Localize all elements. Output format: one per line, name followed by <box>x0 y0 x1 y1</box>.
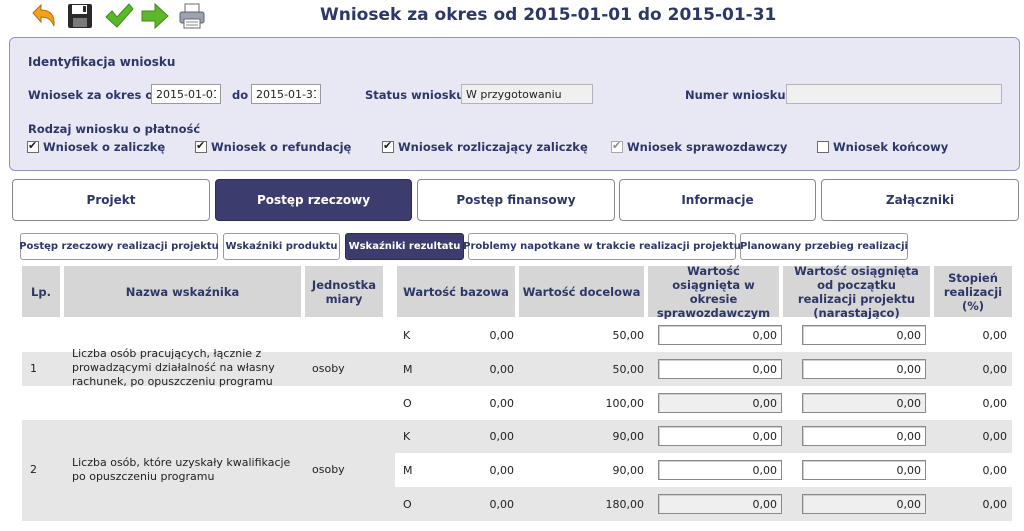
col-header-period: Wartość osiągnięta w okresie sprawozdawc… <box>648 264 779 320</box>
cumulative-value-input[interactable] <box>802 325 926 345</box>
identification-heading: Identyfikacja wniosku <box>28 55 176 69</box>
type-report-label: Wniosek sprawozdawczy <box>627 140 788 154</box>
degree-value: 0,00 <box>982 498 1008 511</box>
period-value-input[interactable] <box>658 325 782 345</box>
status-label: Status wniosku <box>365 88 465 102</box>
cumulative-value-input <box>802 494 926 514</box>
row-lp: 2 <box>30 463 37 476</box>
gender-code: M <box>403 464 413 477</box>
base-value: 0,00 <box>489 397 515 410</box>
type-refund-label: Wniosek o refundację <box>211 140 352 154</box>
gender-code: O <box>403 397 412 410</box>
period-value-input[interactable] <box>658 426 782 446</box>
subtab-planowany-przebieg[interactable]: Planowany przebieg realizacji <box>740 233 908 260</box>
checkbox-box[interactable] <box>817 141 829 153</box>
type-settling-checkbox[interactable]: Wniosek rozliczający zaliczkę <box>382 139 588 154</box>
period-value-input[interactable] <box>658 359 782 379</box>
type-settling-label: Wniosek rozliczający zaliczkę <box>398 140 588 154</box>
gender-code: O <box>403 498 412 511</box>
target-value: 90,00 <box>612 464 645 477</box>
period-value-input <box>658 393 782 413</box>
page-title: Wniosek za okres od 2015-01-01 do 2015-0… <box>320 5 777 25</box>
target-value: 50,00 <box>612 329 645 342</box>
type-advance-checkbox[interactable]: Wniosek o zaliczkę <box>27 139 166 154</box>
to-label: do <box>232 88 249 102</box>
checkbox-box <box>611 139 623 153</box>
gender-code: K <box>403 329 411 342</box>
gender-code: K <box>403 430 411 443</box>
undo-icon[interactable] <box>28 2 58 30</box>
degree-value: 0,00 <box>982 464 1008 477</box>
degree-value: 0,00 <box>982 363 1008 376</box>
col-header-cumulative: Wartość osiągnięta od początku realizacj… <box>783 264 930 320</box>
target-value: 100,00 <box>605 397 645 410</box>
col-header-unit: Jednostka miary <box>305 266 383 317</box>
check-icon[interactable] <box>104 2 134 30</box>
send-icon[interactable] <box>140 2 170 30</box>
base-value: 0,00 <box>489 363 515 376</box>
type-final-label: Wniosek końcowy <box>833 140 949 154</box>
col-header-lp: Lp. <box>22 266 60 317</box>
checkbox-box[interactable] <box>382 139 394 153</box>
number-field <box>786 84 1002 104</box>
subtab-postep-rzeczowy-realizacji[interactable]: Postęp rzeczowy realizacji projektu <box>19 233 219 260</box>
period-value-input <box>658 494 782 514</box>
indicator-unit: osoby <box>312 362 345 375</box>
number-label: Numer wniosku <box>685 88 786 102</box>
tab-postep-rzeczowy[interactable]: Postęp rzeczowy <box>215 179 412 221</box>
col-header-name: Nazwa wskaźnika <box>64 266 301 317</box>
base-value: 0,00 <box>489 498 515 511</box>
status-field <box>461 84 593 104</box>
col-header-target: Wartość docelowa <box>519 266 644 317</box>
date-to-field[interactable] <box>251 84 321 104</box>
base-value: 0,00 <box>489 430 515 443</box>
indicator-name: Liczba osób, które uzyskały kwalifikacje… <box>72 456 291 483</box>
type-final-checkbox[interactable]: Wniosek końcowy <box>817 140 948 154</box>
col-header-degree: Stopień realizacji (%) <box>934 266 1012 317</box>
base-value: 0,00 <box>489 464 515 477</box>
cumulative-value-input[interactable] <box>802 460 926 480</box>
degree-value: 0,00 <box>982 397 1008 410</box>
col-header-base: Wartość bazowa <box>397 266 515 317</box>
identification-panel: Identyfikacja wniosku Wniosek za okres o… <box>9 37 1020 171</box>
subtab-wskazniki-rezultatu[interactable]: Wskaźniki rezultatu <box>345 233 464 260</box>
target-value: 50,00 <box>612 363 645 376</box>
subtab-wskazniki-produktu[interactable]: Wskaźniki produktu <box>223 233 340 260</box>
gender-code: M <box>403 363 413 376</box>
print-icon[interactable] <box>177 2 207 30</box>
subtab-problemy[interactable]: Problemy napotkane w trakcie realizacji … <box>463 233 741 260</box>
tab-informacje[interactable]: Informacje <box>619 179 816 221</box>
type-refund-checkbox[interactable]: Wniosek o refundację <box>195 139 352 154</box>
tab-postep-finansowy[interactable]: Postęp finansowy <box>417 179 615 221</box>
indicator-unit: osoby <box>312 463 345 476</box>
base-value: 0,00 <box>489 329 515 342</box>
save-icon[interactable] <box>65 2 95 30</box>
cumulative-value-input[interactable] <box>802 426 926 446</box>
tab-zalaczniki[interactable]: Załączniki <box>821 179 1019 221</box>
period-value-input[interactable] <box>658 460 782 480</box>
toolbar: Wniosek za okres od 2015-01-01 do 2015-0… <box>0 0 1024 34</box>
row-lp: 1 <box>30 362 37 375</box>
cumulative-value-input[interactable] <box>802 359 926 379</box>
type-report-checkbox: Wniosek sprawozdawczy <box>611 139 788 154</box>
checkbox-box[interactable] <box>195 139 207 153</box>
period-label: Wniosek za okres od <box>28 88 162 102</box>
date-from-field[interactable] <box>151 84 221 104</box>
degree-value: 0,00 <box>982 329 1008 342</box>
target-value: 90,00 <box>612 430 645 443</box>
checkbox-box[interactable] <box>27 139 39 153</box>
cumulative-value-input <box>802 393 926 413</box>
payment-type-label: Rodzaj wniosku o płatność <box>28 122 201 136</box>
type-advance-label: Wniosek o zaliczkę <box>43 140 166 154</box>
target-value: 180,00 <box>605 498 645 511</box>
degree-value: 0,00 <box>982 430 1008 443</box>
indicator-name: Liczba osób pracujących, łącznie z prowa… <box>72 347 275 388</box>
tab-projekt[interactable]: Projekt <box>12 179 210 221</box>
